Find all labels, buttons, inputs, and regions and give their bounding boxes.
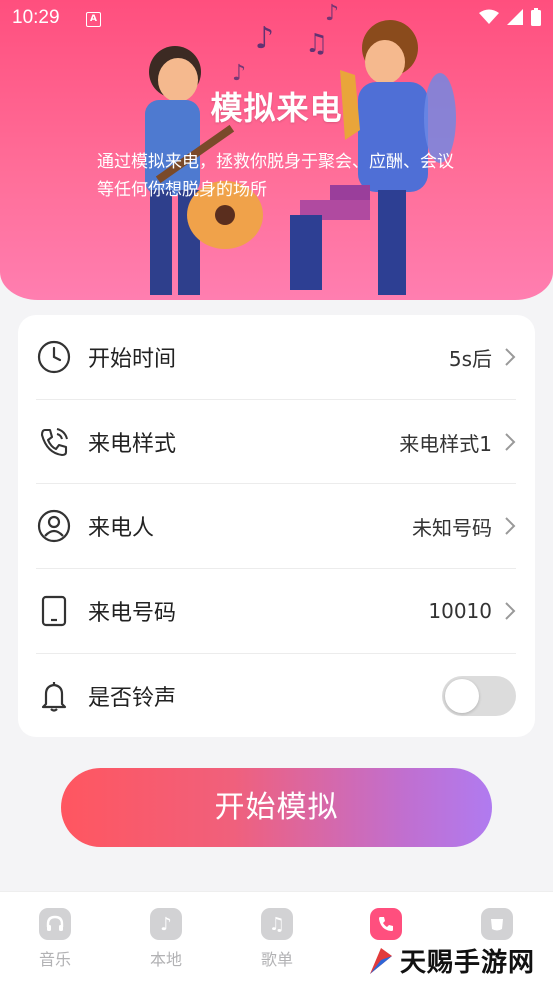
hero-title: 模拟来电 [210, 89, 343, 127]
tablet-icon [36, 593, 72, 629]
chevron-right-icon [505, 517, 516, 535]
music-note-icon: ♪ [150, 908, 182, 940]
caller-label: 来电人 [88, 516, 155, 541]
phone-call-icon [36, 424, 72, 460]
playlist-icon: ♫ [261, 908, 293, 940]
clock-icon [36, 339, 72, 375]
start-simulation-button[interactable]: 开始模拟 [61, 768, 492, 847]
chevron-right-icon [505, 433, 516, 451]
watermark-logo-icon [370, 947, 392, 974]
tab-playlist[interactable]: ♫ 歌单 [237, 908, 317, 970]
tab-music[interactable]: 音乐 [15, 908, 95, 970]
start-time-label: 开始时间 [88, 347, 177, 372]
battery-icon [531, 8, 541, 26]
headphones-icon [39, 908, 71, 940]
tab-music-label: 音乐 [38, 950, 71, 969]
hero-banner: ♪ ♫ ♪ ♪ 模拟来电 通过模拟来电，拯救你脱身于聚会、应酬、会议等任何你想脱… [0, 0, 553, 300]
caller-number-label: 来电号码 [88, 601, 177, 626]
caller-value: 未知号码 [412, 515, 492, 540]
call-style-value: 来电样式1 [399, 431, 492, 456]
caller-row[interactable]: 来电人 未知号码 [36, 484, 516, 568]
ringtone-toggle[interactable] [442, 676, 516, 716]
settings-card: 开始时间 5s后 来电样式 来电样式1 来电人 未知号码 来电号码 10010 [18, 315, 535, 737]
signal-icon [507, 9, 523, 25]
tab-local-label: 本地 [149, 950, 182, 969]
chevron-right-icon [505, 348, 516, 366]
bell-icon [36, 678, 72, 714]
cup-icon [481, 908, 513, 940]
hero-description: 通过模拟来电，拯救你脱身于聚会、应酬、会议等任何你想脱身的场所 [97, 152, 454, 200]
tab-playlist-label: 歌单 [260, 950, 293, 969]
start-time-value: 5s后 [448, 346, 492, 371]
person-icon [36, 508, 72, 544]
ringtone-label: 是否铃声 [88, 686, 177, 711]
watermark-text: 天赐手游网 [400, 948, 536, 978]
status-time: 10:29 [12, 7, 60, 28]
tab-local[interactable]: ♪ 本地 [126, 908, 206, 970]
wifi-icon [479, 9, 499, 24]
caller-number-row[interactable]: 来电号码 10010 [36, 569, 516, 653]
site-watermark: 天赐手游网 [364, 940, 540, 981]
status-bar: 10:29 A [0, 0, 553, 36]
phone-icon [370, 908, 402, 940]
a-letter-icon: A [86, 12, 101, 27]
call-style-label: 来电样式 [88, 432, 177, 457]
caller-number-value: 10010 [428, 599, 492, 623]
call-style-row[interactable]: 来电样式 来电样式1 [36, 400, 516, 484]
chevron-right-icon [505, 602, 516, 620]
toggle-knob [445, 679, 479, 713]
ringtone-row: 是否铃声 [36, 654, 516, 738]
start-time-row[interactable]: 开始时间 5s后 [36, 315, 516, 399]
